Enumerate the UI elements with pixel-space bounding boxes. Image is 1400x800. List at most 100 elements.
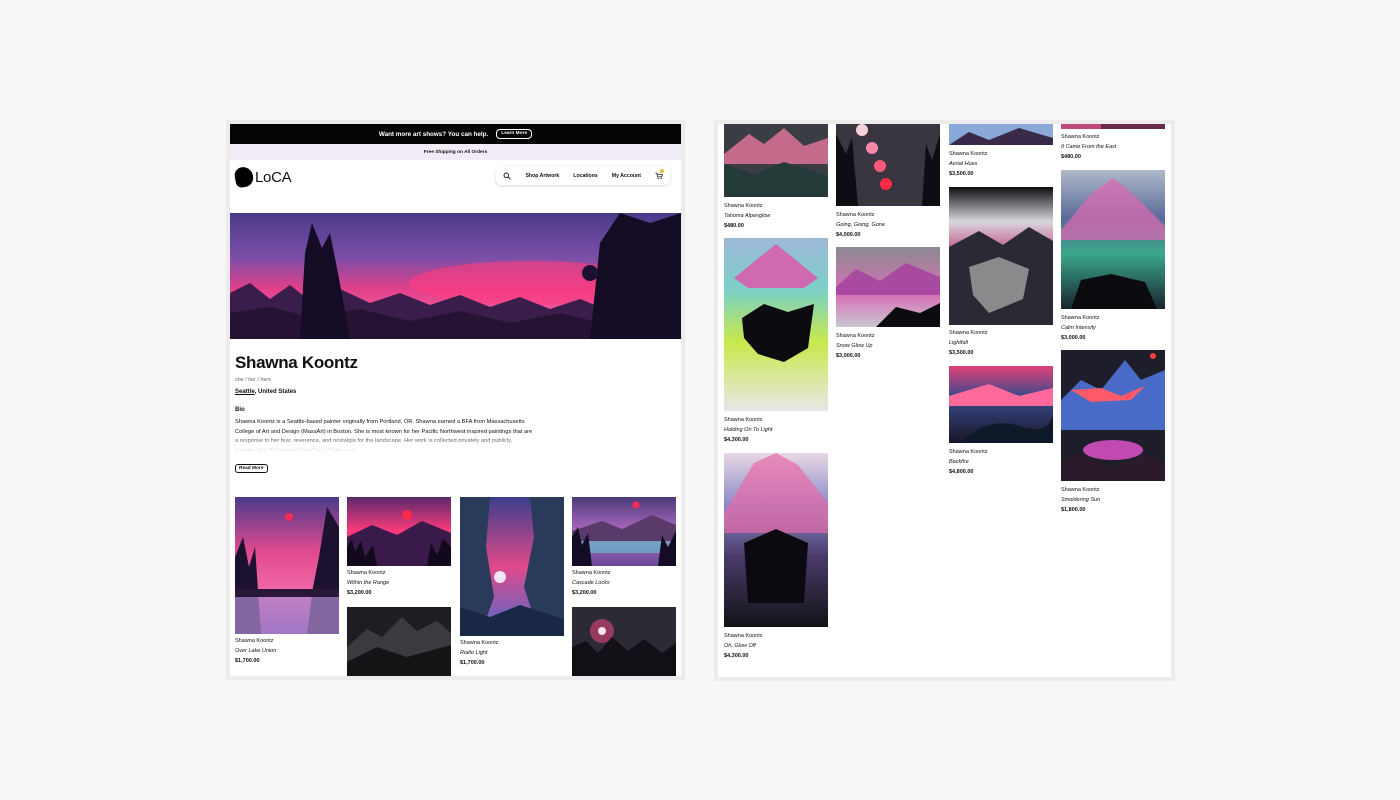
artwork-title[interactable]: Backfire — [949, 457, 988, 467]
artwork-image-over-lake-union[interactable] — [235, 497, 339, 634]
site-header: LoCA Shop Artwork Locations My Account — [230, 160, 681, 192]
nav-locations[interactable]: Locations — [573, 173, 598, 179]
artwork-title[interactable]: Oh, Glow Off — [724, 641, 763, 651]
bio-heading: Bio — [235, 407, 245, 413]
artwork-artist: Shawna Koontz — [949, 151, 988, 157]
artist-pronouns: she / her / hers — [235, 377, 271, 383]
artwork-card-calm-intensity[interactable]: Shawna Koontz Calm Intensity $3,000.00 — [1061, 313, 1100, 343]
artwork-price: $3,200.00 — [572, 590, 597, 596]
artwork-artist: Shawna Koontz — [460, 640, 499, 646]
shipping-bar: Free Shipping on All Orders — [230, 144, 681, 160]
artwork-card-within-the-range[interactable]: Shawna Koontz Within the Range $3,200.00 — [347, 568, 389, 598]
artwork-grid-panel: Shawna Koontz Tahoma Alpenglow $480.00 S… — [718, 124, 1171, 677]
artwork-image-snow-glow-up[interactable] — [836, 247, 940, 327]
artwork-card-over-lake-union[interactable]: Shawna Koontz Over Lake Union $1,700.00 — [235, 636, 276, 666]
artwork-title[interactable]: Smoldering Sun — [1061, 495, 1100, 505]
artwork-title[interactable]: Tahoma Alpenglow — [724, 211, 770, 221]
artist-name: Shawna Koontz — [235, 353, 358, 372]
artwork-image-dark-mountains[interactable] — [347, 607, 451, 676]
artwork-title[interactable]: Aerial Hues — [949, 159, 988, 169]
artwork-card-backfire[interactable]: Shawna Koontz Backfire $4,800.00 — [949, 447, 988, 477]
artwork-card-oh-glow-off[interactable]: Shawna Koontz Oh, Glow Off $4,300.00 — [724, 631, 763, 661]
artwork-image-it-came-from-the-east[interactable] — [1061, 124, 1165, 129]
artwork-artist: Shawna Koontz — [949, 330, 988, 336]
artwork-artist: Shawna Koontz — [836, 212, 875, 218]
artwork-price: $1,700.00 — [460, 660, 485, 666]
artwork-image-aerial-hues[interactable] — [949, 124, 1053, 145]
artwork-price: $4,000.00 — [836, 232, 861, 238]
read-more-button[interactable]: Read More — [235, 464, 268, 473]
artwork-artist: Shawna Koontz — [347, 570, 386, 576]
nav-shop-artwork[interactable]: Shop Artwork — [525, 173, 559, 179]
artwork-image-within-the-range[interactable] — [347, 497, 451, 566]
artwork-image-cascade-locks[interactable] — [572, 497, 676, 566]
artwork-price: $3,500.00 — [949, 350, 974, 356]
artwork-price: $3,000.00 — [1061, 335, 1086, 341]
artwork-price: $1,800.00 — [1061, 507, 1086, 513]
bio-text: Shawna Koontz is a Seattle-based painter… — [235, 419, 533, 452]
artwork-artist: Shawna Koontz — [949, 449, 988, 455]
artwork-price: $3,200.00 — [347, 590, 372, 596]
artwork-price: $3,000.00 — [836, 353, 861, 359]
artwork-artist: Shawna Koontz — [836, 333, 875, 339]
artwork-image-calm-intensity[interactable] — [1061, 170, 1165, 309]
artwork-price: $480.00 — [1061, 154, 1081, 160]
artwork-price: $4,300.00 — [724, 653, 749, 659]
artwork-card-it-came-from-the-east[interactable]: Shawna Koontz It Came From the East $480… — [1061, 132, 1116, 162]
main-nav: Shop Artwork Locations My Account — [496, 166, 670, 185]
artwork-image-backfire[interactable] — [949, 366, 1053, 443]
shipping-text: Free Shipping on All Orders — [423, 149, 488, 155]
artwork-card-rialto-light[interactable]: Shawna Koontz Rialto Light $1,700.00 — [460, 638, 499, 668]
artwork-artist: Shawna Koontz — [724, 203, 763, 209]
artwork-price: $3,500.00 — [949, 171, 974, 177]
logo[interactable]: LoCA — [233, 165, 292, 189]
artwork-title[interactable]: Going, Going, Gone — [836, 220, 885, 230]
artwork-card-aerial-hues[interactable]: Shawna Koontz Aerial Hues $3,500.00 — [949, 149, 988, 179]
artwork-title[interactable]: It Came From the East — [1061, 142, 1116, 152]
city-link[interactable]: Seattle — [235, 389, 255, 395]
artist-location: Seattle, United States — [235, 389, 296, 395]
promo-bar: Want more art shows? You can help. Learn… — [230, 124, 681, 144]
artwork-title[interactable]: Over Lake Union — [235, 646, 276, 656]
artist-page-panel: Want more art shows? You can help. Learn… — [230, 124, 681, 676]
artwork-title[interactable]: Calm Intensity — [1061, 323, 1100, 333]
artwork-price: $1,700.00 — [235, 658, 260, 664]
artwork-artist: Shawna Koontz — [1061, 487, 1100, 493]
cart-badge — [660, 169, 664, 173]
artwork-card-cascade-locks[interactable]: Shawna Koontz Cascade Locks $3,200.00 — [572, 568, 611, 598]
artwork-artist: Shawna Koontz — [572, 570, 611, 576]
logo-mark — [233, 165, 255, 189]
artwork-title[interactable]: Holding On To Light — [724, 425, 772, 435]
promo-text: Want more art shows? You can help. — [378, 130, 489, 138]
hero-painting — [230, 213, 681, 339]
artwork-title[interactable]: Snow Glow Up — [836, 341, 875, 351]
artwork-image-pink-sun-trees[interactable] — [572, 607, 676, 676]
artwork-title[interactable]: Rialto Light — [460, 648, 499, 658]
artwork-card-lightfall[interactable]: Shawna Koontz Lightfall $3,500.00 — [949, 328, 988, 358]
artwork-card-snow-glow-up[interactable]: Shawna Koontz Snow Glow Up $3,000.00 — [836, 331, 875, 361]
nav-my-account[interactable]: My Account — [612, 173, 641, 179]
artwork-artist: Shawna Koontz — [1061, 315, 1100, 321]
artwork-image-holding-on-to-light[interactable] — [724, 238, 828, 411]
artwork-card-holding-on-to-light[interactable]: Shawna Koontz Holding On To Light $4,300… — [724, 415, 772, 445]
artwork-card-tahoma-alpenglow[interactable]: Shawna Koontz Tahoma Alpenglow $480.00 — [724, 201, 770, 231]
learn-more-button[interactable]: Learn More — [496, 128, 533, 140]
artwork-image-lightfall[interactable] — [949, 187, 1053, 325]
artwork-image-oh-glow-off[interactable] — [724, 453, 828, 627]
search-icon[interactable] — [503, 172, 512, 180]
artwork-title[interactable]: Lightfall — [949, 338, 988, 348]
artwork-card-going-going-gone[interactable]: Shawna Koontz Going, Going, Gone $4,000.… — [836, 210, 885, 240]
artwork-price: $4,800.00 — [949, 469, 974, 475]
artwork-image-tahoma-alpenglow[interactable] — [724, 124, 828, 197]
artwork-title[interactable]: Cascade Locks — [572, 578, 611, 588]
artwork-artist: Shawna Koontz — [235, 638, 274, 644]
artwork-card-smoldering-sun[interactable]: Shawna Koontz Smoldering Sun $1,800.00 — [1061, 485, 1100, 515]
artwork-price: $480.00 — [724, 223, 744, 229]
artwork-image-rialto-light[interactable] — [460, 497, 564, 636]
artwork-title[interactable]: Within the Range — [347, 578, 389, 588]
artwork-image-smoldering-sun[interactable] — [1061, 350, 1165, 481]
artwork-image-going-going-gone[interactable] — [836, 124, 940, 206]
country: , United States — [254, 389, 297, 395]
artwork-artist: Shawna Koontz — [724, 633, 763, 639]
artwork-artist: Shawna Koontz — [724, 417, 763, 423]
